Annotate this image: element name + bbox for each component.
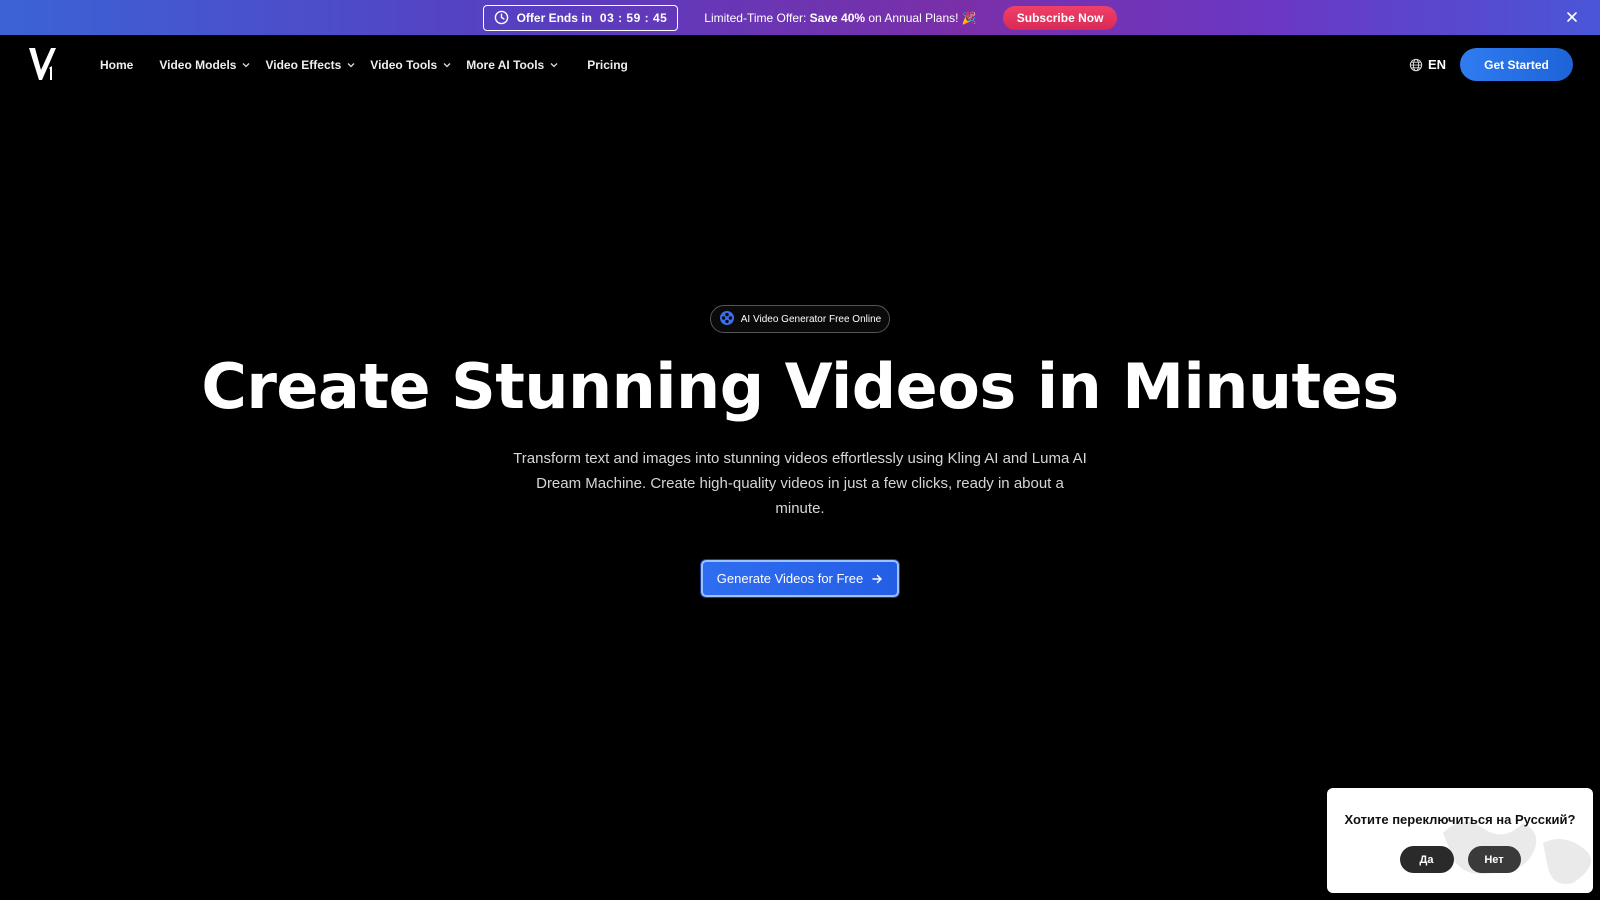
top-navigation: Home Video Models Video Effects Video To…: [0, 35, 1600, 95]
chevron-down-icon: [443, 63, 451, 68]
chevron-down-icon: [243, 63, 250, 68]
language-question: Хотите переключиться на Русский?: [1344, 812, 1576, 827]
hero-title: Create Stunning Videos in Minutes: [201, 350, 1399, 423]
nav-item-label: Video Models: [159, 58, 237, 72]
nav-item-video-models[interactable]: Video Models: [159, 58, 251, 72]
generate-videos-button[interactable]: Generate Videos for Free: [701, 560, 899, 597]
promo-banner: Offer Ends in 03 : 59 : 45 Limited-Time …: [0, 0, 1600, 35]
nav-item-video-effects[interactable]: Video Effects: [265, 58, 356, 72]
globe-icon: [1409, 58, 1423, 71]
clock-icon: [494, 10, 509, 25]
nav-links: Home Video Models Video Effects Video To…: [100, 35, 642, 95]
arrow-right-icon: [872, 574, 883, 583]
nav-item-label: Video Tools: [370, 58, 438, 72]
subscribe-now-button[interactable]: Subscribe Now: [1002, 5, 1118, 30]
site-logo[interactable]: [27, 46, 59, 82]
chevron-down-icon: [347, 63, 355, 68]
nav-item-video-tools[interactable]: Video Tools: [370, 58, 452, 72]
offer-label: Offer Ends in: [516, 10, 592, 25]
language-code: EN: [1428, 57, 1447, 72]
chevron-down-icon: [550, 63, 558, 68]
nav-item-home[interactable]: Home: [100, 58, 133, 72]
cta-label: Generate Videos for Free: [716, 571, 864, 586]
promo-text: Limited-Time Offer: Save 40% on Annual P…: [704, 11, 976, 25]
hero-subtitle: Transform text and images into stunning …: [513, 450, 1087, 517]
nav-item-label: Pricing: [587, 58, 628, 72]
hero-badge: AI Video Generator Free Online: [710, 305, 890, 333]
promo-text-discount: Save 40%: [809, 10, 866, 25]
language-no-button[interactable]: Нет: [1467, 846, 1521, 873]
hero-badge-label: AI Video Generator Free Online: [740, 313, 882, 325]
promo-text-prefix: Limited-Time Offer:: [704, 10, 810, 25]
language-selector[interactable]: EN: [1409, 57, 1446, 72]
get-started-button[interactable]: Get Started: [1460, 48, 1573, 81]
nav-item-label: More AI Tools: [466, 58, 545, 72]
nav-item-more-ai-tools[interactable]: More AI Tools: [466, 58, 559, 72]
language-switch-popup: Хотите переключиться на Русский? Да Нет: [1327, 788, 1593, 893]
offer-countdown: Offer Ends in 03 : 59 : 45: [482, 4, 679, 31]
film-reel-icon: [719, 310, 735, 329]
close-icon[interactable]: [1564, 9, 1580, 25]
promo-text-suffix: on Annual Plans! 🎉: [865, 10, 977, 25]
nav-item-label: Video Effects: [265, 58, 342, 72]
nav-item-pricing[interactable]: Pricing: [587, 58, 628, 72]
offer-timer: 03 : 59 : 45: [599, 10, 668, 25]
language-yes-button[interactable]: Да: [1399, 846, 1454, 873]
nav-item-label: Home: [100, 58, 134, 72]
